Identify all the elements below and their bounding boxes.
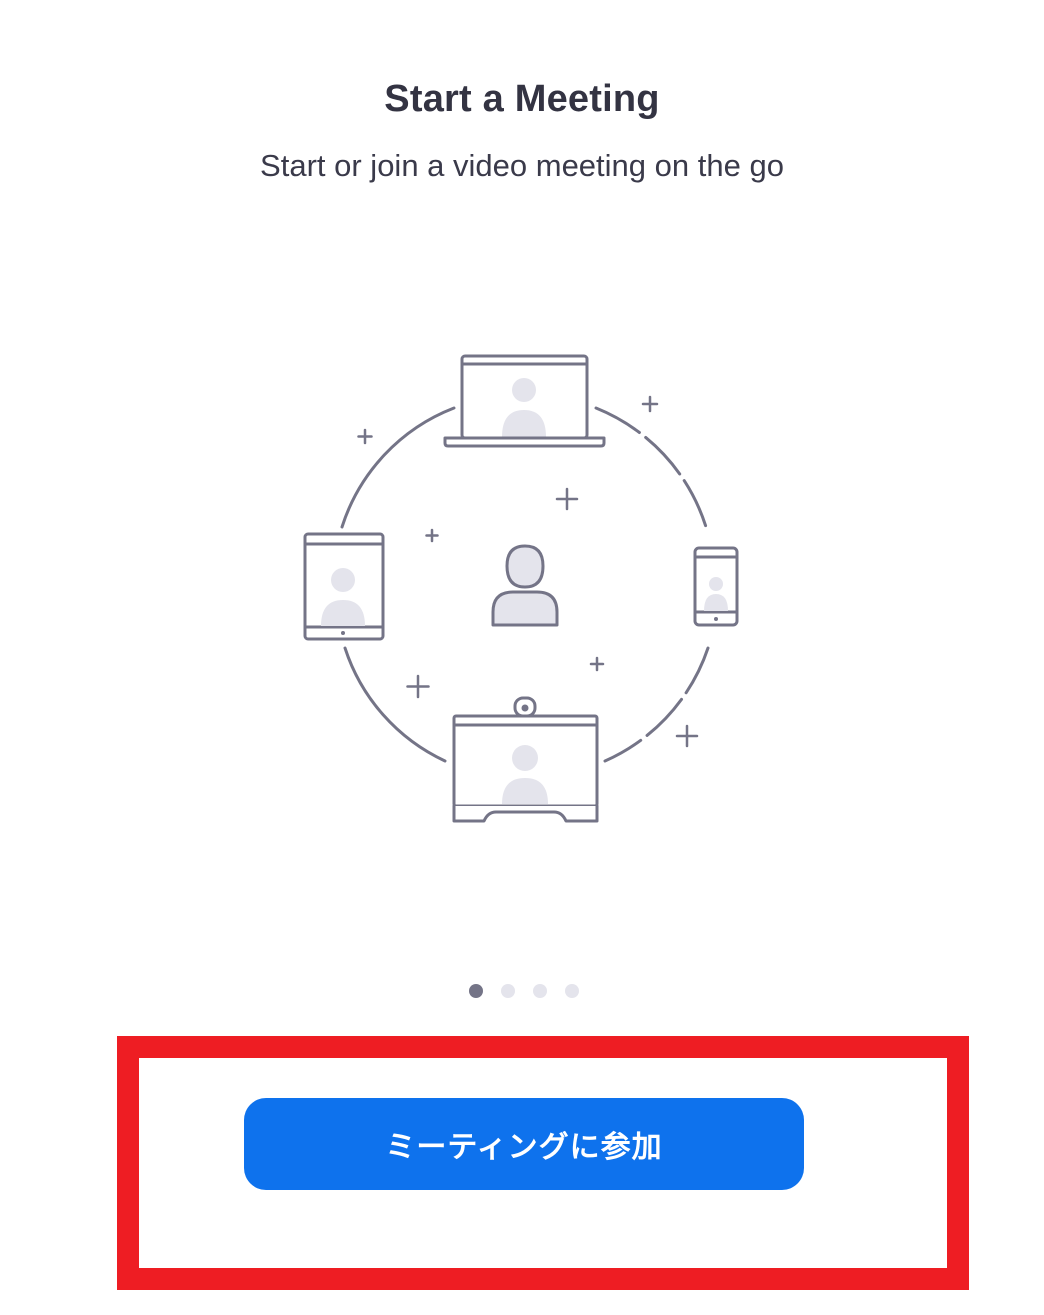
page-subtitle: Start or join a video meeting on the go	[260, 148, 784, 183]
user-icon	[491, 544, 559, 627]
page-indicator	[464, 984, 584, 1000]
page-title: Start a Meeting	[384, 78, 660, 120]
page-indicator-dot-1[interactable]	[469, 984, 483, 998]
meeting-illustration	[303, 354, 739, 823]
join-meeting-button[interactable]: ミーティングに参加	[244, 1098, 804, 1190]
room-system-icon	[452, 696, 599, 823]
page-indicator-dot-4[interactable]	[565, 984, 579, 998]
page-indicator-dot-3[interactable]	[533, 984, 547, 998]
phone-icon	[693, 546, 739, 627]
tablet-icon	[303, 532, 385, 641]
laptop-icon	[443, 354, 606, 448]
page-indicator-dot-2[interactable]	[501, 984, 515, 998]
